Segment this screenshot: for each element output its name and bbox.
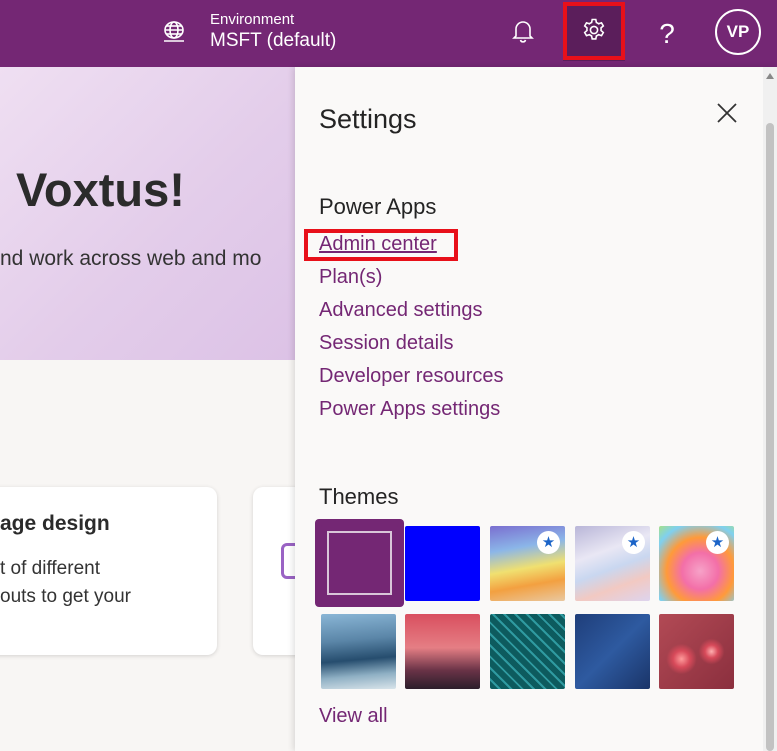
environment-label: Environment	[210, 10, 295, 28]
environment-picker[interactable]: Environment MSFT (default)	[160, 4, 336, 60]
developer-resources-link[interactable]: Developer resources	[319, 365, 504, 388]
settings-panel: Settings Power Apps Admin center Plan(s)…	[295, 67, 777, 751]
advanced-settings-link[interactable]: Advanced settings	[319, 299, 482, 322]
hero-subtitle: nd work across web and mo	[0, 247, 262, 270]
globe-icon	[160, 18, 188, 46]
settings-button[interactable]	[563, 3, 625, 61]
page-design-card[interactable]: age design t of different outs to get yo…	[0, 487, 217, 655]
theme-swatch-purple[interactable]	[321, 525, 398, 601]
theme-swatch-hills[interactable]	[321, 614, 396, 689]
hero-title: Voxtus!	[16, 163, 185, 216]
theme-swatch-blueprint[interactable]	[575, 614, 650, 689]
close-icon	[717, 103, 737, 123]
bell-icon	[512, 19, 534, 48]
question-icon: ?	[659, 17, 675, 49]
theme-swatch-palm-sunset[interactable]	[405, 614, 480, 689]
theme-swatch-blue[interactable]	[405, 526, 480, 601]
scrollbar-thumb[interactable]	[766, 123, 774, 751]
premium-star-icon: ★	[622, 531, 645, 554]
gear-icon	[581, 17, 607, 48]
top-bar: Environment MSFT (default) ? VP	[0, 0, 777, 67]
theme-swatch-unicorn[interactable]: ★	[659, 526, 734, 601]
scroll-up-arrow-icon[interactable]	[766, 73, 774, 79]
theme-swatch-circuit[interactable]	[490, 614, 565, 689]
close-button[interactable]	[713, 99, 741, 127]
power-apps-settings-link[interactable]: Power Apps settings	[319, 398, 500, 421]
power-apps-heading: Power Apps	[319, 194, 437, 219]
notifications-button[interactable]	[492, 0, 554, 67]
plans-link[interactable]: Plan(s)	[319, 266, 382, 289]
themes-heading: Themes	[319, 484, 399, 509]
theme-swatch-rainbow[interactable]: ★	[490, 526, 565, 601]
panel-scrollbar[interactable]	[763, 67, 777, 751]
panel-title: Settings	[319, 104, 417, 134]
theme-swatch-bokeh[interactable]	[659, 614, 734, 689]
admin-center-link[interactable]: Admin center	[319, 233, 437, 256]
card-title: age design	[0, 512, 110, 535]
premium-star-icon: ★	[706, 531, 729, 554]
premium-star-icon: ★	[537, 531, 560, 554]
help-button[interactable]: ?	[636, 0, 698, 67]
selected-indicator	[327, 531, 392, 595]
environment-text: Environment MSFT (default)	[210, 10, 337, 52]
card-description: t of different outs to get your	[0, 558, 131, 607]
environment-value: MSFT (default)	[210, 30, 337, 52]
theme-swatch-silver-wave[interactable]: ★	[575, 526, 650, 601]
avatar[interactable]: VP	[715, 9, 761, 55]
view-all-themes-link[interactable]: View all	[319, 705, 388, 728]
session-details-link[interactable]: Session details	[319, 332, 454, 355]
